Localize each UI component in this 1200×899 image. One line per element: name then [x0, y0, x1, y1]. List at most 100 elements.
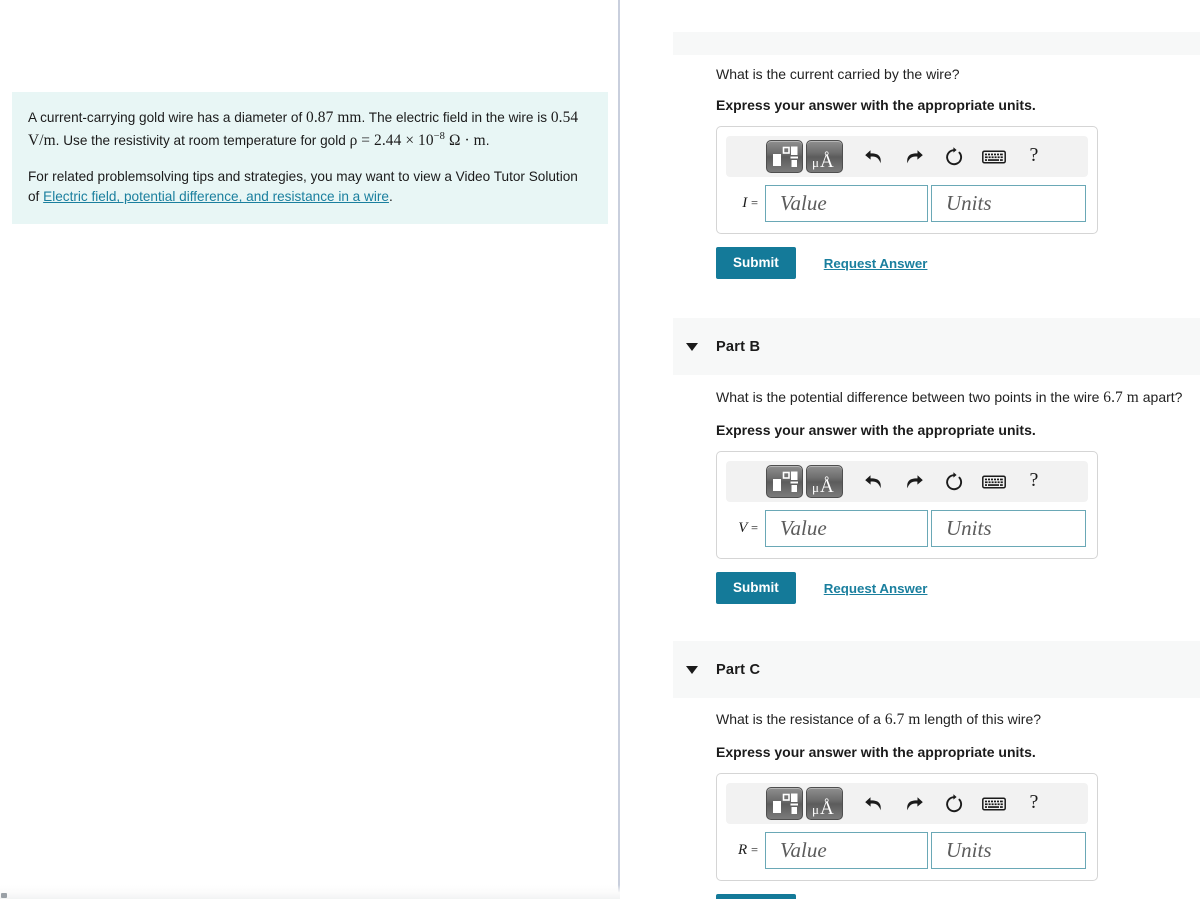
- scroll-corner-nub: [1, 893, 7, 898]
- variable-label: R =: [726, 842, 765, 859]
- svg-text:μ: μ: [812, 480, 819, 495]
- problem-statement-card: A current-carrying gold wire has a diame…: [12, 92, 608, 225]
- problem-paragraph-1: A current-carrying gold wire has a diame…: [28, 106, 592, 153]
- undo-icon[interactable]: [857, 467, 891, 497]
- units-input[interactable]: Units: [931, 510, 1086, 548]
- answer-input-row: V = Value Units: [726, 510, 1088, 548]
- formula-template-icon[interactable]: [766, 140, 803, 174]
- units-input[interactable]: Units: [931, 185, 1086, 223]
- submit-button[interactable]: Submit: [716, 894, 796, 899]
- formula-template-icon[interactable]: [766, 787, 803, 821]
- units-micro-angstrom-icon[interactable]: μÅ: [806, 787, 843, 821]
- svg-text:μ: μ: [812, 155, 819, 170]
- variable-label: V =: [726, 520, 765, 537]
- video-tutor-solution-link[interactable]: Electric field, potential difference, an…: [43, 189, 389, 204]
- answer-toolbar: μ Å?: [726, 136, 1088, 178]
- submit-row: SubmitRequest Answer: [716, 894, 1098, 899]
- reset-icon[interactable]: [937, 142, 971, 172]
- problem-text-a: A current-carrying gold wire has a diame…: [28, 110, 307, 125]
- pane-bottom-gradient: [0, 885, 620, 899]
- page-root: A current-carrying gold wire has a diame…: [0, 0, 1200, 899]
- svg-text:Å: Å: [820, 151, 834, 171]
- diameter-value: 0.87 mm: [306, 109, 362, 126]
- request-answer-link[interactable]: Request Answer: [824, 256, 928, 271]
- variable-symbol: I: [742, 195, 748, 212]
- value-input[interactable]: Value: [765, 510, 928, 548]
- answer-instruction: Express your answer with the appropriate…: [716, 97, 1036, 114]
- value-input[interactable]: Value: [765, 185, 928, 223]
- problem-text-b: . The electric field in the wire is: [361, 110, 551, 125]
- tutor-text-period: .: [388, 189, 393, 205]
- equals-sign: =: [750, 521, 758, 536]
- question-math-quantity: 6.7 m: [884, 711, 921, 728]
- keyboard-icon[interactable]: [977, 789, 1011, 819]
- part-a-header-band: [673, 32, 1200, 55]
- formula-template-icon[interactable]: [766, 465, 803, 499]
- units-micro-angstrom-icon[interactable]: μÅ: [806, 140, 843, 174]
- svg-text:Å: Å: [820, 476, 834, 496]
- question-text-post: apart?: [1138, 389, 1183, 405]
- reset-icon[interactable]: [937, 467, 971, 497]
- problem-paragraph-2: For related problemsolving tips and stra…: [28, 167, 592, 208]
- part-title: Part C: [716, 661, 761, 678]
- part-body-part-a: What is the current carried by the wire?…: [716, 64, 1098, 279]
- answer-input-row: R = Value Units: [726, 832, 1088, 870]
- part-header-part-b[interactable]: Part B: [673, 318, 1200, 375]
- answer-box: μ Å? V = Value Units: [716, 451, 1098, 560]
- question-text: What is the potential difference between…: [716, 387, 1182, 409]
- answer-box: μ Å? R = Value Units: [716, 773, 1098, 882]
- collapse-caret-icon[interactable]: [686, 342, 698, 351]
- answer-pane: What is the current carried by the wire?…: [620, 0, 1200, 899]
- question-math-quantity: 6.7 m: [1103, 389, 1139, 406]
- resistivity-exponent: −8: [433, 131, 446, 143]
- equals-sign: =: [750, 843, 758, 858]
- redo-icon[interactable]: [897, 789, 931, 819]
- value-input[interactable]: Value: [765, 832, 928, 870]
- question-text-pre: What is the potential difference between…: [716, 389, 1104, 405]
- help-icon[interactable]: ?: [1017, 788, 1051, 820]
- answer-box: μ Å? I = Value Units: [716, 126, 1098, 235]
- variable-label: I =: [726, 195, 765, 212]
- undo-icon[interactable]: [857, 142, 891, 172]
- svg-text:Å: Å: [820, 798, 834, 818]
- redo-icon[interactable]: [897, 467, 931, 497]
- resistivity-unit: Ω · m: [445, 132, 486, 150]
- question-text-pre: What is the current carried by the wire?: [716, 66, 960, 82]
- collapse-caret-icon[interactable]: [686, 665, 698, 674]
- keyboard-icon[interactable]: [977, 467, 1011, 497]
- answer-input-row: I = Value Units: [726, 185, 1088, 223]
- redo-icon[interactable]: [897, 142, 931, 172]
- request-answer-link[interactable]: Request Answer: [824, 581, 928, 596]
- keyboard-icon[interactable]: [977, 142, 1011, 172]
- answer-toolbar: μ Å?: [726, 461, 1088, 503]
- part-body-part-b: What is the potential difference between…: [716, 387, 1182, 604]
- part-title: Part B: [716, 338, 761, 355]
- problem-statement-pane: A current-carrying gold wire has a diame…: [0, 0, 620, 899]
- problem-text-period: .: [485, 133, 490, 149]
- units-input[interactable]: Units: [931, 832, 1086, 870]
- question-text-post: length of this wire?: [920, 711, 1042, 727]
- variable-symbol: R: [738, 842, 748, 859]
- submit-button[interactable]: Submit: [716, 572, 796, 604]
- variable-symbol: V: [738, 520, 748, 537]
- part-header-part-c[interactable]: Part C: [673, 641, 1200, 698]
- submit-button[interactable]: Submit: [716, 247, 796, 279]
- help-icon[interactable]: ?: [1017, 141, 1051, 173]
- question-text: What is the resistance of a 6.7 m length…: [716, 709, 1098, 731]
- reset-icon[interactable]: [937, 789, 971, 819]
- submit-row: Submit Request Answer: [716, 572, 1182, 604]
- equals-sign: =: [750, 196, 758, 211]
- problem-text-c: . Use the resistivity at room temperatur…: [55, 133, 350, 149]
- undo-icon[interactable]: [857, 789, 891, 819]
- answer-instruction: Express your answer with the appropriate…: [716, 744, 1036, 761]
- answer-instruction: Express your answer with the appropriate…: [716, 422, 1036, 439]
- units-micro-angstrom-icon[interactable]: μÅ: [806, 465, 843, 499]
- help-icon[interactable]: ?: [1017, 466, 1051, 498]
- svg-text:μ: μ: [812, 802, 819, 817]
- submit-row: Submit Request Answer: [716, 247, 1098, 279]
- resistivity-mantissa: ρ = 2.44 × 10: [349, 132, 434, 150]
- resistivity-expression: ρ = 2.44 × 10−8 Ω · m: [349, 131, 486, 150]
- answer-toolbar: μ Å?: [726, 783, 1088, 825]
- question-text: What is the current carried by the wire?: [716, 64, 1098, 84]
- part-body-part-c: What is the resistance of a 6.7 m length…: [716, 709, 1098, 899]
